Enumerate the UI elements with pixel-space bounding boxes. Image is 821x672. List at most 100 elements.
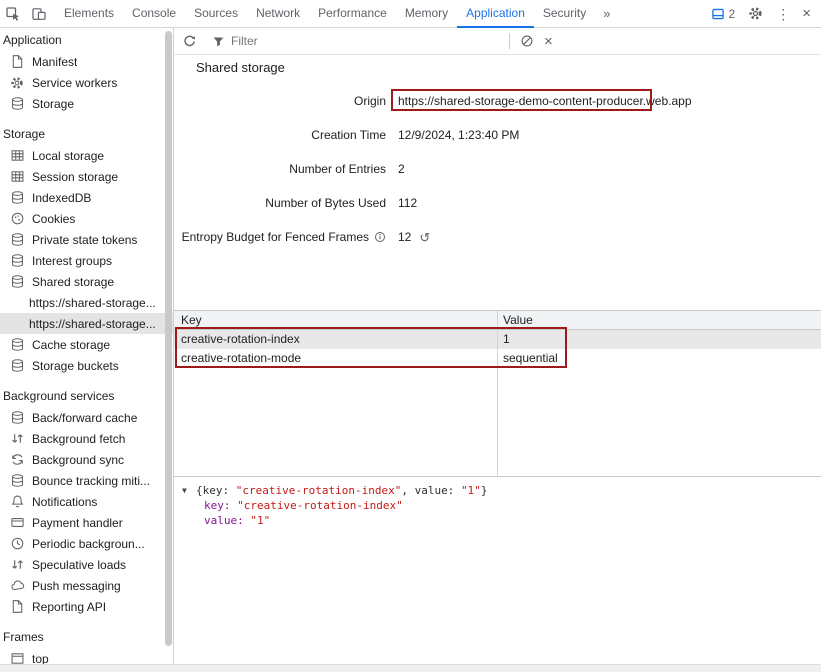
meta-row-bytes: Number of Bytes Used 112 — [174, 186, 821, 220]
table-icon — [9, 148, 25, 164]
sidebar-item-indexeddb[interactable]: IndexedDB — [0, 187, 173, 208]
sidebar-item-shared-storage[interactable]: Shared storage — [0, 271, 173, 292]
filter-funnel-icon — [212, 35, 225, 48]
close-devtools-icon[interactable]: × — [802, 6, 811, 21]
column-header-value[interactable]: Value — [497, 311, 821, 329]
entry-preview-pane: ▼{key: "creative-rotation-index", value:… — [174, 476, 821, 672]
origin-value: https://shared-storage-demo-content-prod… — [386, 94, 821, 108]
database-icon — [9, 473, 25, 489]
sidebar-item-back-forward-cache[interactable]: Back/forward cache — [0, 407, 173, 428]
toolbar-divider — [509, 33, 510, 49]
section-title-background-services: Background services — [0, 386, 173, 407]
clear-all-icon[interactable] — [518, 32, 536, 50]
console-messages-badge[interactable]: 2 — [711, 7, 736, 21]
document-icon — [9, 599, 25, 615]
sidebar-item-periodic-background-sync[interactable]: Periodic backgroun... — [0, 533, 173, 554]
meta-row-entries: Number of Entries 2 — [174, 152, 821, 186]
filter-box — [212, 34, 501, 48]
tabbar-right-controls: 2 ⋮ × — [711, 5, 821, 22]
sidebar-item-push-messaging[interactable]: Push messaging — [0, 575, 173, 596]
bell-icon — [9, 494, 25, 510]
up-down-arrows-icon — [9, 431, 25, 447]
sidebar-item-interest-groups[interactable]: Interest groups — [0, 250, 173, 271]
database-icon — [9, 190, 25, 206]
sidebar-item-reporting-api[interactable]: Reporting API — [0, 596, 173, 617]
inspect-element-icon[interactable] — [4, 5, 21, 22]
section-title-frames: Frames — [0, 627, 173, 648]
sync-icon — [9, 452, 25, 468]
sidebar-item-local-storage[interactable]: Local storage — [0, 145, 173, 166]
refresh-icon[interactable] — [180, 32, 198, 50]
application-sidebar: Application Manifest Service workers Sto… — [0, 28, 174, 672]
sidebar-item-background-sync[interactable]: Background sync — [0, 449, 173, 470]
gear-icon — [9, 75, 25, 91]
tab-security[interactable]: Security — [534, 0, 595, 28]
devtools-tabbar: Elements Console Sources Network Perform… — [0, 0, 821, 28]
sidebar-item-cache-storage[interactable]: Cache storage — [0, 334, 173, 355]
column-header-key[interactable]: Key — [174, 311, 497, 329]
metadata-view: Origin https://shared-storage-demo-conte… — [174, 84, 821, 254]
clock-icon — [9, 536, 25, 552]
bottom-scrollbar-strip[interactable] — [0, 664, 821, 672]
filter-input[interactable] — [231, 34, 501, 48]
sidebar-item-background-fetch[interactable]: Background fetch — [0, 428, 173, 449]
scrollbar-thumb[interactable] — [165, 31, 172, 646]
up-down-arrows-icon — [9, 557, 25, 573]
section-title-storage: Storage — [0, 124, 173, 145]
device-toolbar-icon[interactable] — [30, 5, 47, 22]
settings-gear-icon[interactable] — [747, 5, 764, 22]
column-divider[interactable] — [497, 311, 498, 476]
meta-row-entropy: Entropy Budget for Fenced Frames 12 ↺ — [174, 220, 821, 254]
database-icon — [9, 410, 25, 426]
sidebar-item-service-workers[interactable]: Service workers — [0, 72, 173, 93]
sidebar-item-private-state-tokens[interactable]: Private state tokens — [0, 229, 173, 250]
info-icon[interactable] — [374, 231, 386, 243]
panel-tabs: Elements Console Sources Network Perform… — [55, 0, 618, 28]
page-title: Shared storage — [196, 60, 285, 75]
expand-caret-icon[interactable]: ▼ — [182, 483, 196, 498]
sidebar-item-notifications[interactable]: Notifications — [0, 491, 173, 512]
tab-sources[interactable]: Sources — [185, 0, 247, 28]
database-icon — [9, 232, 25, 248]
preview-property-key: key: "creative-rotation-index" — [182, 498, 821, 513]
sidebar-item-payment-handler[interactable]: Payment handler — [0, 512, 173, 533]
tab-network[interactable]: Network — [247, 0, 309, 28]
tab-performance[interactable]: Performance — [309, 0, 396, 28]
kebab-menu-icon[interactable]: ⋮ — [776, 7, 790, 21]
delete-selected-icon[interactable]: × — [544, 34, 553, 49]
storage-toolbar: × — [174, 28, 821, 55]
database-icon — [9, 96, 25, 112]
more-tabs-icon[interactable]: » — [595, 0, 618, 28]
sidebar-item-storage-buckets[interactable]: Storage buckets — [0, 355, 173, 376]
cloud-icon — [9, 578, 25, 594]
tab-elements[interactable]: Elements — [55, 0, 123, 28]
devtools-window: Elements Console Sources Network Perform… — [0, 0, 821, 672]
tab-application[interactable]: Application — [457, 0, 534, 28]
database-icon — [9, 274, 25, 290]
database-icon — [9, 253, 25, 269]
document-icon — [9, 54, 25, 70]
tabbar-left-icons — [0, 5, 55, 22]
sidebar-item-storage[interactable]: Storage — [0, 93, 173, 114]
sidebar-item-cookies[interactable]: Cookies — [0, 208, 173, 229]
shared-storage-panel: × Shared storage Origin https://shared-s… — [174, 28, 821, 672]
tab-memory[interactable]: Memory — [396, 0, 457, 28]
sidebar-scrollbar[interactable] — [165, 31, 172, 665]
database-icon — [9, 337, 25, 353]
sidebar-item-shared-storage-origin-2[interactable]: https://shared-storage... — [0, 313, 173, 334]
sidebar-item-session-storage[interactable]: Session storage — [0, 166, 173, 187]
meta-row-origin: Origin https://shared-storage-demo-conte… — [174, 84, 821, 118]
tab-console[interactable]: Console — [123, 0, 185, 28]
sidebar-item-shared-storage-origin-1[interactable]: https://shared-storage... — [0, 292, 173, 313]
cookie-icon — [9, 211, 25, 227]
sidebar-item-manifest[interactable]: Manifest — [0, 51, 173, 72]
console-drawer-icon — [711, 7, 725, 21]
section-title-application: Application — [0, 30, 173, 51]
preview-property-value: value: "1" — [182, 513, 821, 528]
reset-budget-icon[interactable]: ↺ — [419, 231, 430, 244]
sidebar-item-bounce-tracking[interactable]: Bounce tracking miti... — [0, 470, 173, 491]
sidebar-item-speculative-loads[interactable]: Speculative loads — [0, 554, 173, 575]
meta-row-creation-time: Creation Time 12/9/2024, 1:23:40 PM — [174, 118, 821, 152]
preview-summary-line: ▼{key: "creative-rotation-index", value:… — [182, 483, 821, 498]
entries-table: Key Value creative-rotation-index 1 crea… — [174, 310, 821, 476]
